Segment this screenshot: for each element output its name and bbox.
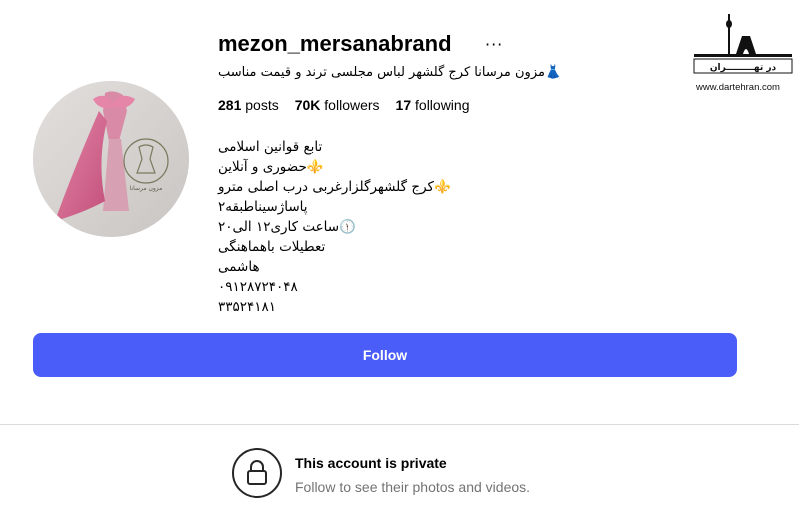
avatar[interactable]: مزون مرسانا <box>33 81 189 237</box>
divider <box>0 424 799 425</box>
bio-line: تعطیلات باهماهنگی <box>218 239 326 255</box>
svg-text:مزون مرسانا: مزون مرسانا <box>130 185 163 192</box>
follow-button[interactable]: Follow <box>33 333 737 377</box>
posts-label: posts <box>245 97 279 113</box>
watermark-brand: در تهـــــــــران <box>710 63 777 73</box>
bio-line: ۰۹۱۲۸۷۲۴۰۴۸ <box>218 279 298 295</box>
full-name-text: مزون مرسانا کرج گلشهر لباس مجلسی ترند و … <box>218 65 545 80</box>
following-count: 17 <box>395 97 412 113</box>
bio-line: ⚜️کرج گلشهرگلزارغربی درب اصلی مترو <box>218 179 451 195</box>
followers-stat[interactable]: 70K followers <box>295 97 380 113</box>
followers-label: followers <box>324 97 380 113</box>
bio-line: ⚜️حضوری و آنلاین <box>218 159 324 175</box>
profile-stats: 281 posts 70K followers 17 following <box>218 97 470 113</box>
more-icon[interactable]: ··· <box>485 35 503 54</box>
full-name: 👗مزون مرسانا کرج گلشهر لباس مجلسی ترند و… <box>218 65 578 80</box>
bio-line: تابع قوانین اسلامی <box>218 139 323 155</box>
bio-line: 🕦ساعت کاری۱۲ الی۲۰ <box>218 219 356 235</box>
lock-icon <box>247 460 267 485</box>
bio-line: ۳۳۵۲۴۱۸۱ <box>218 299 277 315</box>
posts-stat[interactable]: 281 posts <box>218 97 279 113</box>
bio: تابع قوانین اسلامی ⚜️حضوری و آنلاین ⚜️کر… <box>218 137 451 317</box>
avatar-image: مزون مرسانا <box>33 81 189 237</box>
private-title: This account is private <box>295 455 447 471</box>
following-label: following <box>415 97 470 113</box>
watermark-url: www.dartehran.com <box>696 82 780 93</box>
posts-count: 281 <box>218 97 242 113</box>
tehran-skyline-icon: در تهـــــــــران <box>693 14 793 74</box>
private-subtitle: Follow to see their photos and videos. <box>295 479 531 495</box>
lock-icon-circle <box>232 448 282 498</box>
username: mezon_mersanabrand <box>218 31 452 56</box>
bio-line: پاساژسیناطبقه۲ <box>218 199 308 215</box>
following-stat[interactable]: 17 following <box>396 97 470 113</box>
followers-count: 70K <box>294 97 321 113</box>
bio-line: هاشمی <box>218 259 260 275</box>
dress-icon: 👗 <box>544 65 562 80</box>
